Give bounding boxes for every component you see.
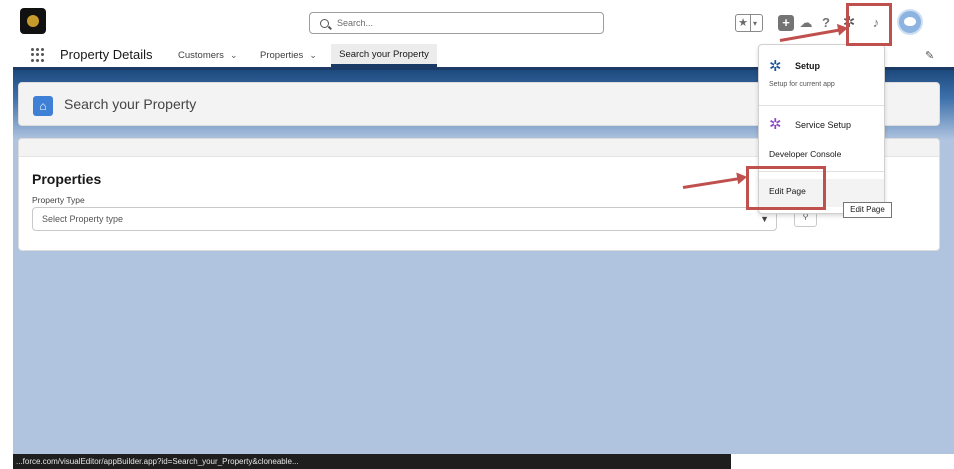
tab-search-your-property[interactable]: Search your Property [331,44,437,67]
menu-item-developer-console[interactable]: Developer Console [759,145,884,165]
edit-nav-pencil-icon[interactable]: ✎ [925,49,934,62]
chevron-down-icon[interactable]: ⌄ [309,50,317,60]
edit-page-highlight-box [746,166,826,210]
property-type-label: Property Type [32,195,85,205]
edit-page-tooltip: Edit Page [843,202,892,218]
setup-sublabel: Setup for current app [769,81,835,88]
left-gutter [0,0,13,469]
app-name: Property Details [60,47,153,62]
gear-highlight-box [846,3,892,46]
service-setup-gear-icon: ✲ [769,116,782,133]
search-placeholder: Search... [337,18,374,28]
avatar[interactable] [897,9,923,35]
setup-label: Setup [795,61,821,71]
chevron-down-icon[interactable]: ⌄ [230,50,238,60]
trailhead-icon[interactable]: ☁ [798,15,814,31]
app-launcher-icon[interactable] [31,48,45,62]
nav-item-customers[interactable]: Customers ⌄ [178,50,237,61]
properties-title: Properties [32,171,102,187]
star-icon: ★ [736,15,751,31]
setup-gear-icon: ✲ [769,58,782,75]
global-search-input[interactable]: Search... [309,12,604,34]
org-logo[interactable] [20,8,46,34]
menu-item-setup[interactable]: ✲ Setup Setup for current app [759,51,884,99]
page-title: Search your Property [64,96,197,112]
select-value: Select Property type [42,214,124,224]
help-icon[interactable]: ? [818,15,834,31]
nav-item-properties[interactable]: Properties ⌄ [260,50,317,61]
global-header: Search... ★ ▾ + ☁ ? ✲ ♪ [13,0,954,44]
favorites-button[interactable]: ★ ▾ [735,14,763,32]
service-setup-label: Service Setup [795,120,852,130]
plus-icon[interactable]: + [778,15,794,31]
dropdown-arrow-icon: ▼ [760,214,769,224]
browser-status-bar: ...force.com/visualEditor/appBuilder.app… [13,454,731,469]
developer-console-label: Developer Console [769,149,842,159]
menu-divider [759,105,884,106]
property-type-select[interactable]: Select Property type ▼ [32,207,777,231]
nav-item-label: Customers [178,50,224,61]
property-page-icon: ⌂ [33,96,53,116]
chevron-down-icon[interactable]: ▾ [751,19,757,28]
search-icon [320,18,329,28]
menu-item-service-setup[interactable]: ✲ Service Setup [759,113,884,141]
nav-item-label: Properties [260,50,304,61]
